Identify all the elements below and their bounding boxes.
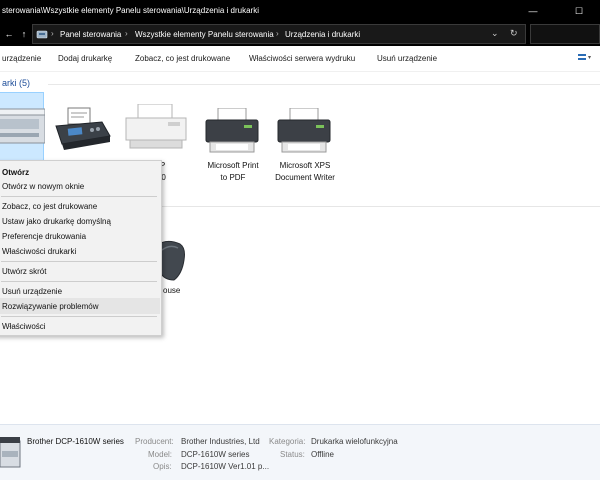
- group-divider: [48, 84, 600, 85]
- virtual-printer-icon: [277, 108, 331, 153]
- address-dropdown-icon[interactable]: ⌄: [491, 28, 499, 39]
- navigation-bar: ← ↑ › Panel sterowania › Wszystkie eleme…: [0, 22, 600, 46]
- menu-item-open[interactable]: Otwórz: [2, 168, 29, 177]
- menu-item-printer-properties[interactable]: Właściwości drukarki: [2, 247, 76, 256]
- device-microsoft-xps-document-writer[interactable]: Microsoft XPS Document Writer: [268, 92, 342, 184]
- menu-item-remove-device[interactable]: Usuń urządzenie: [2, 287, 62, 296]
- breadcrumb-urzadzenia-i-drukarki[interactable]: Urządzenia i drukarki: [285, 30, 360, 39]
- details-pane: Brother DCP-1610W series Producent: Brot…: [0, 424, 600, 480]
- print-server-properties-button[interactable]: Właściwości serwera wydruku: [249, 54, 355, 63]
- add-device-button[interactable]: urządzenie: [2, 54, 41, 63]
- device-microsoft-print-to-pdf[interactable]: Microsoft Print to PDF: [196, 92, 270, 184]
- control-panel-icon: [36, 30, 48, 39]
- add-printer-button[interactable]: Dodaj drukarkę: [58, 54, 112, 63]
- all-in-one-printer-icon: [0, 108, 45, 144]
- up-button[interactable]: ↑: [17, 27, 31, 41]
- minimize-button[interactable]: —: [510, 0, 556, 22]
- description-label: Opis:: [153, 462, 172, 471]
- producer-label: Producent:: [135, 437, 174, 446]
- back-button[interactable]: ←: [2, 27, 16, 41]
- description-value: DCP-1610W Ver1.01 p...: [181, 462, 270, 471]
- virtual-printer-icon: [205, 108, 259, 153]
- status-value: Offline: [311, 450, 334, 459]
- menu-item-create-shortcut[interactable]: Utwórz skrót: [2, 267, 46, 276]
- menu-item-printing-preferences[interactable]: Preferencje drukowania: [2, 232, 86, 241]
- device-label: Microsoft XPS Document Writer: [275, 161, 335, 182]
- address-bar[interactable]: › Panel sterowania › Wszystkie elementy …: [32, 24, 526, 44]
- menu-separator: [1, 261, 157, 262]
- category-label: Kategoria:: [269, 437, 306, 446]
- breadcrumb-separator: ›: [276, 29, 279, 38]
- menu-item-set-default-printer[interactable]: Ustaw jako drukarkę domyślną: [2, 217, 111, 226]
- maximize-button[interactable]: ☐: [556, 0, 600, 22]
- remove-device-button[interactable]: Usuń urządzenie: [377, 54, 437, 63]
- window-title: sterowania\Wszystkie elementy Panelu ste…: [2, 6, 259, 15]
- category-value: Drukarka wielofunkcyjna: [311, 437, 398, 446]
- breadcrumb-panel-sterowania[interactable]: Panel sterowania: [60, 30, 121, 39]
- menu-item-see-whats-printing[interactable]: Zobacz, co jest drukowane: [2, 202, 97, 211]
- breadcrumb-separator: ›: [51, 29, 54, 38]
- menu-separator: [1, 316, 157, 317]
- model-value: DCP-1610W series: [181, 450, 250, 459]
- breadcrumb-wszystkie-elementy[interactable]: Wszystkie elementy Panelu sterowania: [135, 30, 274, 39]
- search-input[interactable]: [530, 24, 600, 44]
- inkjet-printer-icon: [125, 104, 187, 149]
- mouse-device-label[interactable]: ouse: [163, 286, 180, 295]
- device-label: Microsoft Print to PDF: [207, 161, 259, 182]
- command-bar: urządzenie Dodaj drukarkę Zobacz, co jes…: [0, 46, 600, 72]
- printers-group-title: arki (5): [2, 78, 31, 88]
- producer-value: Brother Industries, Ltd: [181, 437, 260, 446]
- menu-item-troubleshoot[interactable]: Rozwiązywanie problemów: [2, 302, 98, 311]
- menu-item-properties[interactable]: Właściwości: [2, 322, 46, 331]
- title-bar: sterowania\Wszystkie elementy Panelu ste…: [0, 0, 600, 22]
- menu-item-open-new-window[interactable]: Otwórz w nowym oknie: [2, 182, 84, 191]
- device-name: Brother DCP-1610W series: [27, 437, 124, 446]
- fax-icon: [55, 107, 111, 150]
- status-label: Status:: [280, 450, 305, 459]
- context-menu: Otwórz Otwórz w nowym oknie Zobacz, co j…: [0, 160, 162, 336]
- menu-separator: [1, 281, 157, 282]
- see-whats-printing-button[interactable]: Zobacz, co jest drukowane: [135, 54, 230, 63]
- all-in-one-printer-icon: [0, 437, 21, 468]
- change-view-icon[interactable]: ▾: [578, 54, 594, 64]
- breadcrumb-separator: ›: [125, 29, 128, 38]
- model-label: Model:: [148, 450, 173, 459]
- menu-separator: [1, 196, 157, 197]
- refresh-icon[interactable]: ↻: [510, 28, 518, 39]
